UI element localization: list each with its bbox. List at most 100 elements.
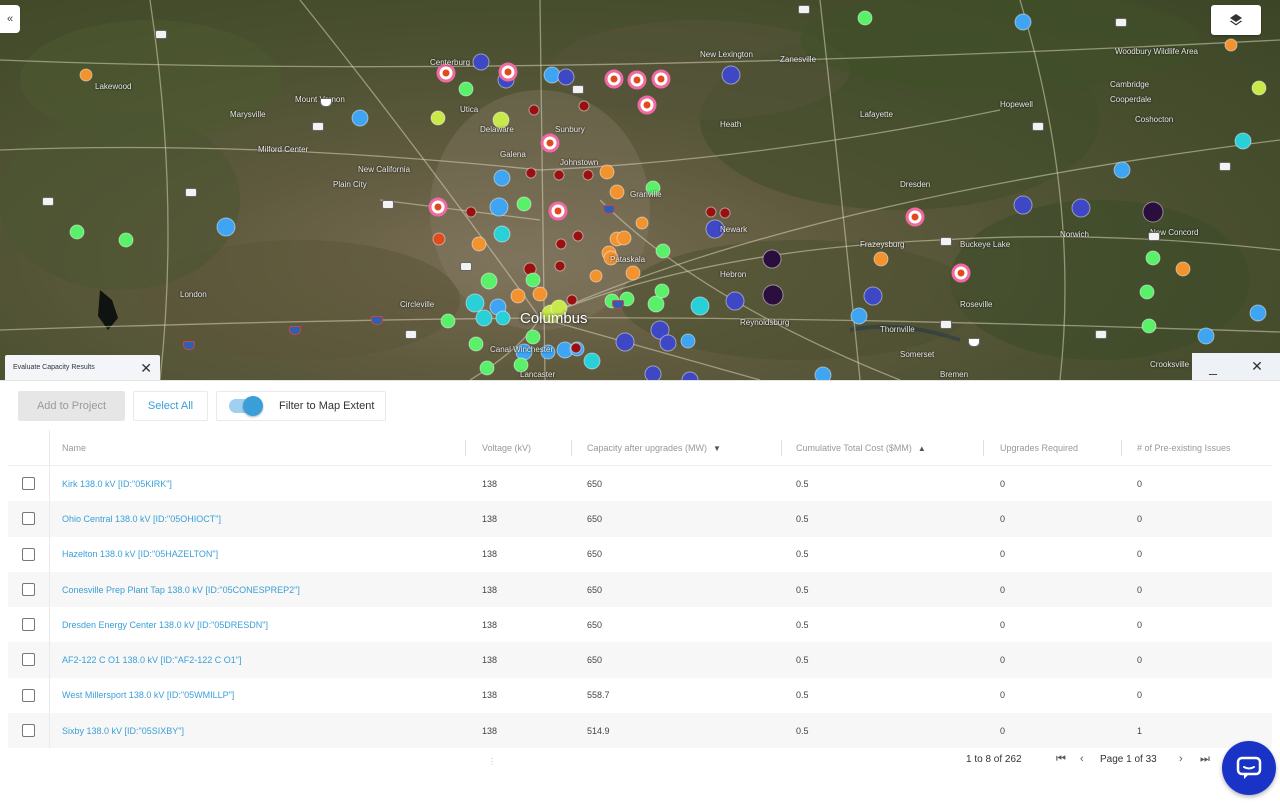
add-to-project-button[interactable]: Add to Project: [18, 391, 125, 421]
cell-name[interactable]: Hazelton 138.0 kV [ID:"05HAZELTON"]: [62, 537, 218, 572]
column-header-capacity[interactable]: Capacity after upgrades (MW) ▼: [587, 430, 782, 466]
map-place-label: Hebron: [720, 270, 747, 279]
cell-capacity: 650: [587, 549, 603, 560]
table-row[interactable]: Hazelton 138.0 kV [ID:"05HAZELTON"] 138 65…: [8, 536, 1272, 572]
map-marker: [440, 313, 456, 329]
table-row[interactable]: AF2-122 C O1 138.0 kV [ID:"AF2-122 C O1"…: [8, 642, 1272, 678]
column-header-label: Capacity after upgrades (MW): [587, 443, 708, 453]
map-place-label: Zanesville: [780, 55, 817, 64]
cell-name[interactable]: Ohio Central 138.0 kV [ID:"05OHIOCT"]: [62, 501, 221, 536]
map-marker: [705, 206, 717, 218]
route-shield-icon: [155, 30, 167, 39]
route-shield-icon: [1115, 18, 1127, 27]
map-place-label: Heath: [720, 120, 742, 129]
map-marker: [458, 81, 474, 97]
column-header-label: Cumulative Total Cost ($MM): [796, 443, 912, 453]
map-marker: [599, 164, 615, 180]
map-marker: [510, 288, 526, 304]
cell-cost: 0.5: [796, 513, 809, 524]
sort-desc-icon[interactable]: ▼: [713, 444, 721, 453]
filter-toggle[interactable]: [229, 396, 263, 416]
column-divider: [49, 430, 50, 465]
satellite-map[interactable]: Lakewood Mount Vernon Milford Center New Ca…: [0, 0, 1280, 380]
filter-map-extent-control[interactable]: Filter to Map Extent: [216, 391, 386, 421]
chat-button[interactable]: [1222, 741, 1276, 795]
cell-issues: 0: [1137, 478, 1143, 489]
close-icon[interactable]: ✕: [140, 361, 152, 375]
terrain-patch: [0, 110, 240, 290]
map-marker: [430, 110, 446, 126]
table-row[interactable]: Kirk 138.0 kV [ID:"05KIRK"] 138 650 0.5 0 0: [8, 466, 1272, 502]
map-marker: [528, 104, 540, 116]
row-checkbox[interactable]: [22, 724, 35, 738]
map-place-label: Lakewood: [95, 82, 132, 91]
results-panel-title: Evaluate Capacity Results: [13, 364, 95, 371]
select-all-button[interactable]: Select All: [133, 391, 208, 421]
table-row[interactable]: Sixby 138.0 kV [ID:"05SIXBY"] 138 514.9 0.5…: [8, 713, 1272, 749]
column-divider: [49, 536, 50, 572]
cell-issues: 0: [1137, 513, 1143, 524]
chat-icon: [1236, 756, 1262, 779]
cell-name[interactable]: AF2-122 C O1 138.0 kV [ID:"AF2-122 C O1"…: [62, 642, 241, 677]
map-place-label: Somerset: [900, 350, 935, 359]
prev-page-icon[interactable]: ‹: [1080, 753, 1084, 765]
column-header-label: Upgrades Required: [1000, 443, 1079, 453]
map-marker: [525, 329, 541, 345]
column-header-cost[interactable]: Cumulative Total Cost ($MM) ▲: [796, 430, 984, 466]
layers-button[interactable]: [1211, 5, 1261, 35]
cell-voltage: 138: [482, 619, 498, 630]
row-checkbox[interactable]: [22, 582, 35, 596]
table-row[interactable]: Dresden Energy Center 138.0 kV [ID:"05DR…: [8, 607, 1272, 643]
cell-upgrades: 0: [1000, 584, 1006, 595]
map-marker: [616, 230, 632, 246]
cell-voltage: 138: [482, 584, 498, 595]
cell-upgrades: 0: [1000, 619, 1006, 630]
map-marker: [725, 291, 745, 311]
column-header-voltage[interactable]: Voltage (kV): [482, 430, 572, 466]
column-header-issues[interactable]: # of Pre-existing Issues: [1137, 430, 1272, 466]
cell-voltage: 138: [482, 655, 498, 666]
table-row[interactable]: West Millersport 138.0 kV [ID:"05WMILLP"…: [8, 677, 1272, 714]
first-page-icon[interactable]: ⏮: [1056, 753, 1066, 766]
cell-cost: 0.5: [796, 690, 809, 701]
last-page-icon[interactable]: ⏭: [1200, 753, 1210, 766]
cell-name[interactable]: Sixby 138.0 kV [ID:"05SIXBY"]: [62, 713, 184, 748]
row-checkbox[interactable]: [22, 512, 35, 526]
map-marker: [1142, 201, 1164, 223]
table-row[interactable]: Ohio Central 138.0 kV [ID:"05OHIOCT"] 138…: [8, 501, 1272, 537]
route-shield-icon: [1095, 330, 1107, 339]
cell-name[interactable]: West Millersport 138.0 kV [ID:"05WMILLP"…: [62, 678, 234, 713]
row-checkbox[interactable]: [22, 547, 35, 561]
route-shield-icon: [798, 5, 810, 14]
row-checkbox[interactable]: [22, 618, 35, 632]
minimize-icon[interactable]: _: [1209, 359, 1217, 375]
row-checkbox[interactable]: [22, 688, 35, 702]
cell-name[interactable]: Dresden Energy Center 138.0 kV [ID:"05DR…: [62, 607, 268, 642]
cell-cost: 0.5: [796, 584, 809, 595]
route-shield-icon: [371, 316, 383, 325]
table-row[interactable]: Conesville Prep Plant Tap 138.0 kV [ID:"…: [8, 571, 1272, 608]
route-shield-icon: [968, 338, 980, 347]
results-panel-tab[interactable]: Evaluate Capacity Results ✕: [5, 355, 160, 380]
row-checkbox[interactable]: [22, 653, 35, 667]
map-marker: [468, 336, 484, 352]
sort-asc-icon[interactable]: ▲: [918, 444, 926, 453]
cell-capacity: 650: [587, 513, 603, 524]
row-checkbox[interactable]: [22, 477, 35, 490]
map-marker: [465, 206, 477, 218]
next-page-icon[interactable]: ›: [1179, 753, 1183, 765]
collapse-sidebar-button[interactable]: «: [0, 5, 20, 33]
map-marker-selected-core: [643, 101, 651, 109]
map-place-label: Norwich: [1060, 230, 1089, 239]
cell-name[interactable]: Kirk 138.0 kV [ID:"05KIRK"]: [62, 466, 172, 501]
column-header-name[interactable]: Name: [62, 430, 466, 466]
page-indicator: Page 1 of 33: [1100, 754, 1157, 765]
cell-cost: 0.5: [796, 725, 809, 736]
cell-name[interactable]: Conesville Prep Plant Tap 138.0 kV [ID:"…: [62, 572, 300, 607]
close-panel-icon[interactable]: ✕: [1251, 358, 1263, 375]
column-header-upgrades[interactable]: Upgrades Required: [1000, 430, 1122, 466]
table-body: Kirk 138.0 kV [ID:"05KIRK"] 138 650 0.5 0 0 Oh…: [8, 466, 1272, 749]
map-marker: [654, 283, 670, 299]
column-divider: [49, 607, 50, 643]
pagination-info: 1 to 8 of 262: [966, 754, 1022, 765]
